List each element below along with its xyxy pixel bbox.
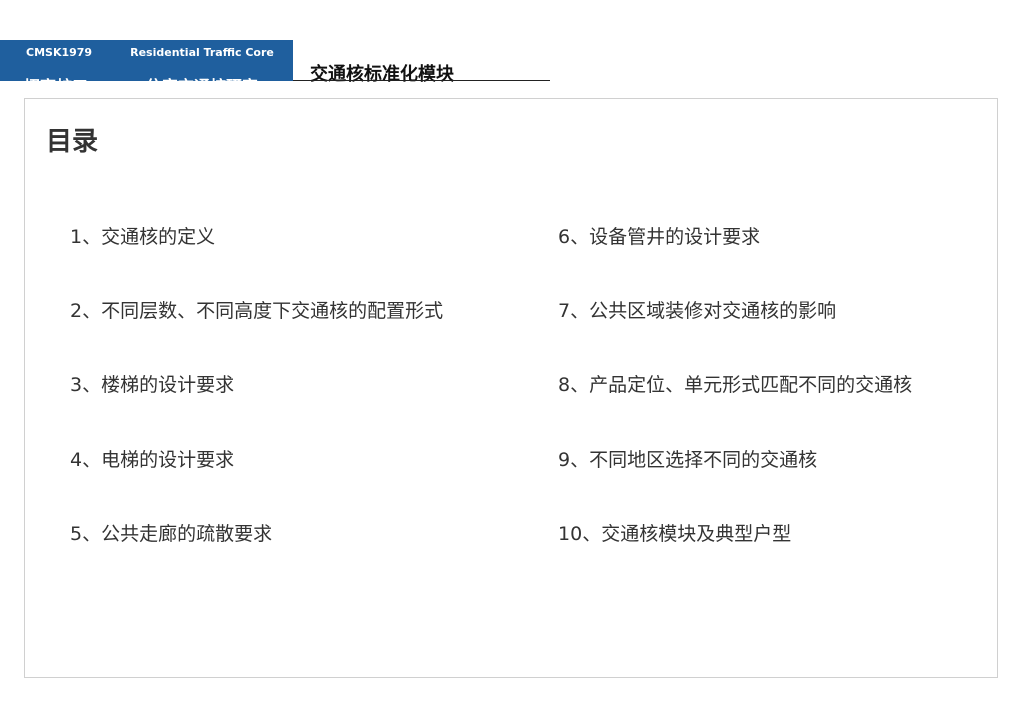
toc-item-text: 公共走廊的疏散要求 (101, 523, 273, 545)
toc-item-separator: 、 (82, 300, 102, 322)
toc-item-number: 4 (70, 449, 83, 471)
toc-item: 10、交通核模块及典型户型 (558, 522, 798, 547)
toc-item: 5、公共走廊的疏散要求 (70, 522, 280, 547)
toc-item-number: 1 (70, 226, 83, 248)
toc-item-separator: 、 (82, 449, 102, 471)
toc-item-text: 不同地区选择不同的交通核 (589, 449, 818, 471)
toc-item-text: 交通核模块及典型户型 (601, 523, 792, 545)
toc-item-separator: 、 (570, 226, 590, 248)
toc-item-separator: 、 (570, 449, 590, 471)
toc-item-number: 8 (558, 374, 571, 396)
toc-item: 7、公共区域装修对交通核的影响 (558, 299, 853, 324)
project-title-cn: 住宅交通核研究 (128, 73, 276, 81)
toc-item-text: 不同层数、不同高度下交通核的配置形式 (101, 300, 444, 322)
header-bar: CMSK1979 招商蛇口 Residential Traffic Core 住… (0, 40, 293, 81)
toc-heading: 目录 (46, 127, 99, 157)
brand-code: CMSK1979 (26, 46, 93, 59)
title-underline (293, 80, 550, 81)
toc-item-text: 产品定位、单元形式匹配不同的交通核 (589, 374, 913, 396)
toc-item-number: 5 (70, 523, 83, 545)
toc-item: 4、电梯的设计要求 (70, 448, 240, 473)
toc-item-separator: 、 (82, 374, 102, 396)
toc-item: 8、产品定位、单元形式匹配不同的交通核 (558, 373, 933, 398)
toc-item-text: 交通核的定义 (101, 226, 216, 248)
project-title-en: Residential Traffic Core (130, 46, 274, 59)
toc-item-number: 9 (558, 449, 571, 471)
toc-item-separator: 、 (582, 523, 602, 545)
toc-item-number: 2 (70, 300, 83, 322)
toc-item-separator: 、 (82, 523, 102, 545)
toc-item: 6、设备管井的设计要求 (558, 225, 768, 250)
toc-item: 1、交通核的定义 (70, 225, 220, 250)
toc-item-text: 电梯的设计要求 (101, 449, 235, 471)
module-title: 交通核标准化模块 (310, 64, 454, 85)
toc-item-number: 3 (70, 374, 83, 396)
toc-item-separator: 、 (570, 374, 590, 396)
toc-item-text: 设备管井的设计要求 (589, 226, 761, 248)
toc-item-separator: 、 (570, 300, 590, 322)
toc-item: 3、楼梯的设计要求 (70, 373, 240, 398)
toc-item-text: 楼梯的设计要求 (101, 374, 235, 396)
toc-item-separator: 、 (82, 226, 102, 248)
toc-item-number: 7 (558, 300, 571, 322)
toc-panel: 目录 1、交通核的定义 2、不同层数、不同高度下交通核的配置形式 3、楼梯的设计… (24, 98, 998, 678)
toc-item-text: 公共区域装修对交通核的影响 (589, 300, 837, 322)
toc-item: 9、不同地区选择不同的交通核 (558, 448, 828, 473)
toc-item-number: 10 (558, 523, 583, 545)
toc-item: 2、不同层数、不同高度下交通核的配置形式 (70, 299, 465, 324)
brand-name-cn: 招商蛇口 (24, 73, 88, 81)
toc-item-number: 6 (558, 226, 571, 248)
